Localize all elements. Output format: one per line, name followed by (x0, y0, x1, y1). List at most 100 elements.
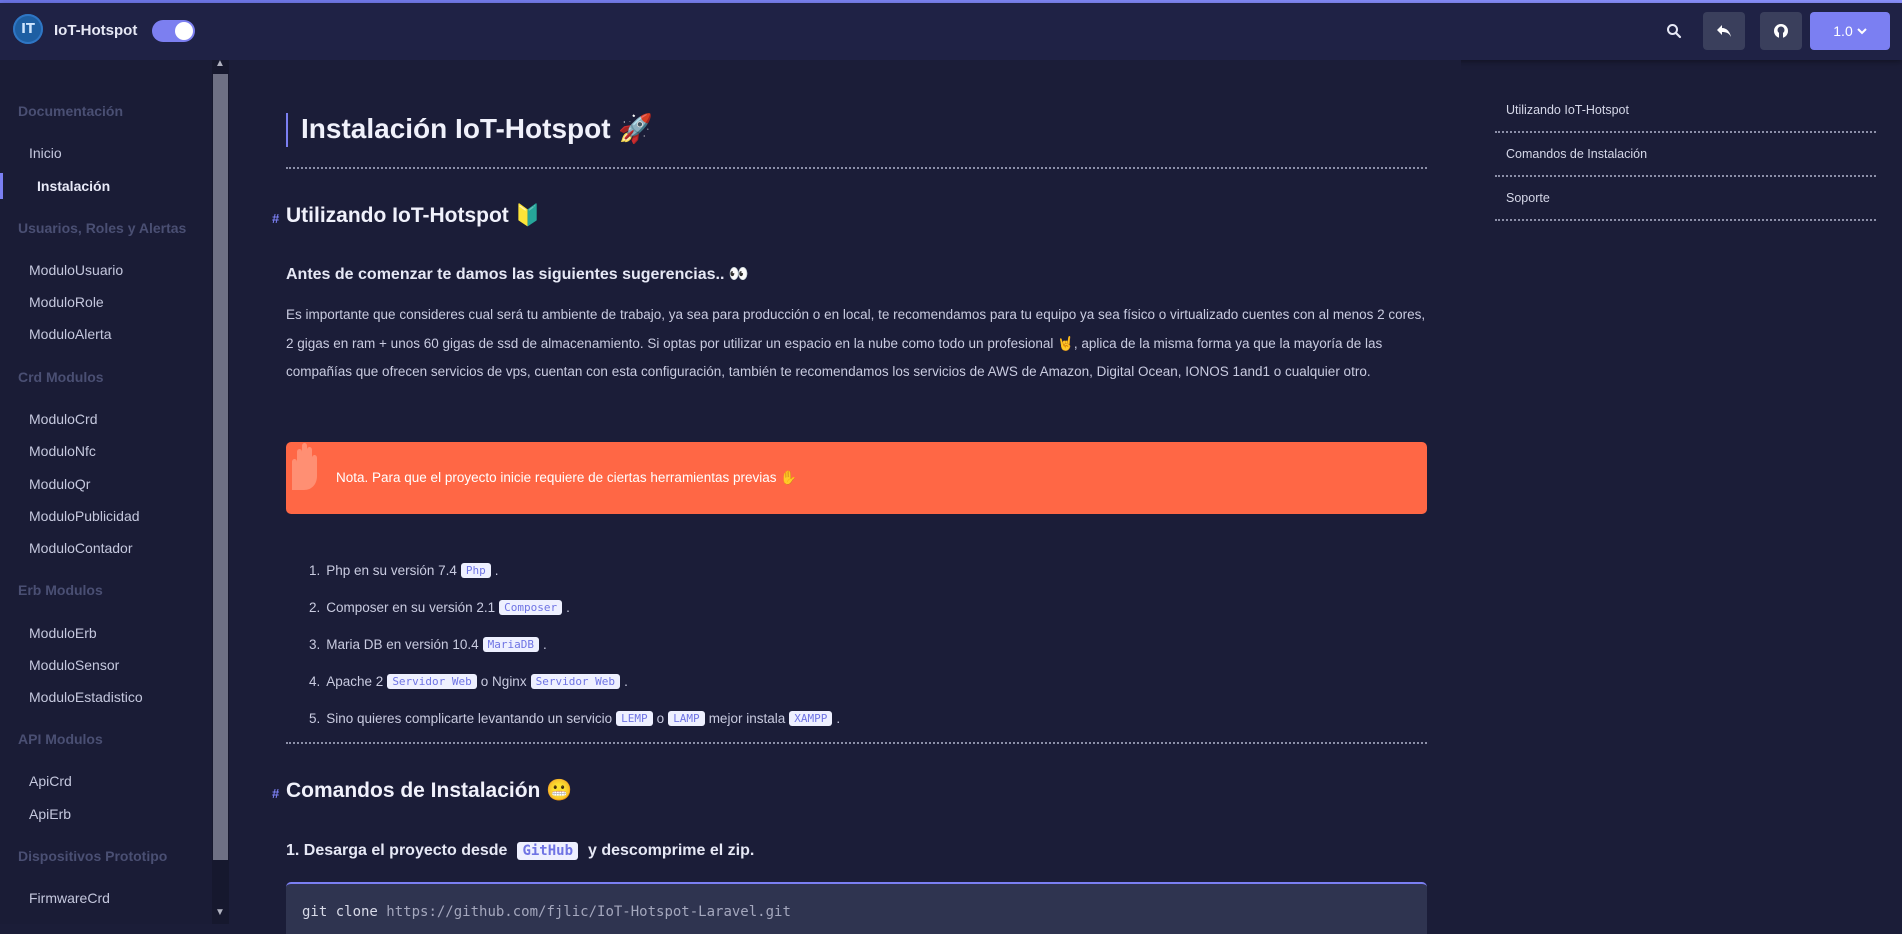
sidebar-item-moduloqr[interactable]: ModuloQr (29, 476, 90, 492)
inline-code-servidor-web[interactable]: Servidor Web (387, 674, 477, 689)
code-line: git clone https://github.com/fjlic/IoT-H… (302, 904, 791, 920)
sidebar-item-inicio[interactable]: Inicio (29, 145, 62, 161)
scroll-up-icon[interactable]: ▲ (215, 58, 225, 69)
list-text: Php en su versión 7.4 (326, 563, 457, 578)
list-text: o (656, 711, 665, 726)
subheading-sugerencias: Antes de comenzar te damos las siguiente… (286, 266, 749, 283)
requirements-list: 1. Php en su versión 7.4 Php . 2. Compos… (309, 552, 840, 737)
section-heading-utilizando: Utilizando IoT-Hotspot 🔰 (286, 204, 541, 227)
inline-code-servidor-web[interactable]: Servidor Web (530, 674, 621, 689)
step-heading: 1. Desarga el proyecto desde GitHub y de… (286, 842, 754, 860)
toc-item-soporte[interactable]: Soporte (1506, 191, 1550, 205)
list-number: 3. (309, 637, 321, 652)
hand-icon (292, 443, 317, 490)
divider (286, 167, 1427, 169)
list-suffix: . (836, 711, 841, 726)
inline-code-lemp[interactable]: LEMP (616, 711, 653, 726)
app-logo[interactable]: IT (13, 14, 43, 44)
section-heading-comandos: Comandos de Instalación 😬 (286, 779, 573, 802)
page-title: Instalación IoT-Hotspot 🚀 (301, 113, 654, 144)
list-number: 1. (309, 563, 321, 578)
list-number: 5. (309, 711, 321, 726)
github-button[interactable] (1760, 12, 1802, 50)
section-anchor-link[interactable]: # (272, 211, 279, 226)
sidebar: Documentación Inicio Instalación Usuario… (0, 60, 212, 924)
code-url: https://github.com/fjlic/IoT-Hotspot-Lar… (386, 904, 791, 920)
inline-code-lamp[interactable]: LAMP (668, 711, 705, 726)
list-text: Sino quieres complicarte levantando un s… (326, 711, 613, 726)
github-icon (1774, 24, 1788, 38)
sidebar-item-apicrd[interactable]: ApiCrd (29, 773, 72, 789)
inline-code-php[interactable]: Php (460, 563, 491, 578)
reply-icon (1717, 25, 1731, 37)
sidebar-item-moduloestadistico[interactable]: ModuloEstadistico (29, 689, 143, 705)
sidebar-section-title: Documentación (18, 103, 124, 119)
code-command: git clone (302, 904, 387, 920)
section-anchor-link[interactable]: # (272, 786, 279, 801)
sidebar-item-modulonfc[interactable]: ModuloNfc (29, 443, 96, 459)
sidebar-item-moduloalerta[interactable]: ModuloAlerta (29, 326, 112, 342)
sidebar-item-apierb[interactable]: ApiErb (29, 806, 71, 822)
top-navbar: IT IoT-Hotspot 1.0 (0, 3, 1902, 60)
back-button[interactable] (1703, 12, 1745, 50)
toc-divider (1495, 175, 1876, 177)
sidebar-item-modulosensor[interactable]: ModuloSensor (29, 657, 119, 673)
step-prefix: 1. Desarga el proyecto desde (286, 842, 508, 859)
step-suffix: y descomprime el zip. (588, 842, 755, 859)
list-text: Apache 2 (326, 674, 384, 689)
toc-divider (1495, 219, 1876, 221)
note-text: Nota. Para que el proyecto inicie requie… (336, 470, 798, 485)
list-suffix: . (494, 563, 499, 578)
inline-code-composer[interactable]: Composer (499, 600, 563, 615)
inline-code-github[interactable]: GitHub (517, 842, 579, 860)
sidebar-section-title: Crd Modulos (18, 369, 104, 385)
version-dropdown[interactable]: 1.0 (1810, 12, 1890, 50)
list-item: 2. Composer en su versión 2.1 Composer . (309, 589, 840, 626)
sidebar-item-modulousuario[interactable]: ModuloUsuario (29, 262, 123, 278)
sidebar-item-moduloerb[interactable]: ModuloErb (29, 625, 97, 641)
dark-mode-toggle[interactable] (152, 20, 195, 42)
list-text: mejor instala (708, 711, 786, 726)
list-text: Composer en su versión 2.1 (326, 600, 496, 615)
scroll-down-icon[interactable]: ▼ (215, 907, 225, 918)
list-text: o Nginx (480, 674, 527, 689)
search-icon (1667, 24, 1682, 39)
sidebar-section-title: Erb Modulos (18, 582, 103, 598)
toc-item-utilizando[interactable]: Utilizando IoT-Hotspot (1506, 103, 1629, 117)
paragraph-recomendaciones: Es importante que consideres cual será t… (286, 307, 1426, 379)
divider (286, 742, 1427, 744)
app-title[interactable]: IoT-Hotspot (54, 22, 137, 39)
toc-item-comandos[interactable]: Comandos de Instalación (1506, 147, 1647, 161)
sidebar-item-firmwarecrd[interactable]: FirmwareCrd (29, 890, 110, 906)
inline-code-mariadb[interactable]: MariaDB (482, 637, 539, 652)
chevron-down-icon (1857, 28, 1867, 35)
list-number: 4. (309, 674, 321, 689)
version-label: 1.0 (1833, 23, 1853, 39)
title-accent-bar (286, 113, 288, 147)
list-text: Maria DB en versión 10.4 (326, 637, 479, 652)
sidebar-item-modulorole[interactable]: ModuloRole (29, 294, 104, 310)
inline-code-xampp[interactable]: XAMPP (789, 711, 833, 726)
search-button[interactable] (1656, 12, 1692, 50)
sidebar-item-instalacion[interactable]: Instalación (37, 178, 110, 194)
sidebar-section-title: Usuarios, Roles y Alertas (18, 220, 187, 236)
sidebar-scrollbar-thumb[interactable] (213, 74, 228, 860)
list-item: 5. Sino quieres complicarte levantando u… (309, 700, 840, 737)
sidebar-item-modulocrd[interactable]: ModuloCrd (29, 411, 97, 427)
sidebar-item-modulopublicidad[interactable]: ModuloPublicidad (29, 508, 140, 524)
note-callout: Nota. Para que el proyecto inicie requie… (286, 442, 1427, 514)
list-item: 1. Php en su versión 7.4 Php . (309, 552, 840, 589)
list-item: 4. Apache 2 Servidor Web o Nginx Servido… (309, 663, 840, 700)
list-suffix: . (624, 674, 628, 689)
list-suffix: . (566, 600, 570, 615)
active-indicator (0, 173, 3, 199)
logo-text: IT (21, 21, 35, 37)
list-item: 3. Maria DB en versión 10.4 MariaDB . (309, 626, 840, 663)
toggle-knob (175, 22, 193, 40)
list-number: 2. (309, 600, 321, 615)
sidebar-section-title: API Modulos (18, 731, 103, 747)
toc-divider (1495, 131, 1876, 133)
sidebar-section-title: Dispositivos Prototipo (18, 848, 168, 864)
code-block[interactable]: git clone https://github.com/fjlic/IoT-H… (286, 882, 1427, 934)
sidebar-item-modulocontador[interactable]: ModuloContador (29, 540, 133, 556)
